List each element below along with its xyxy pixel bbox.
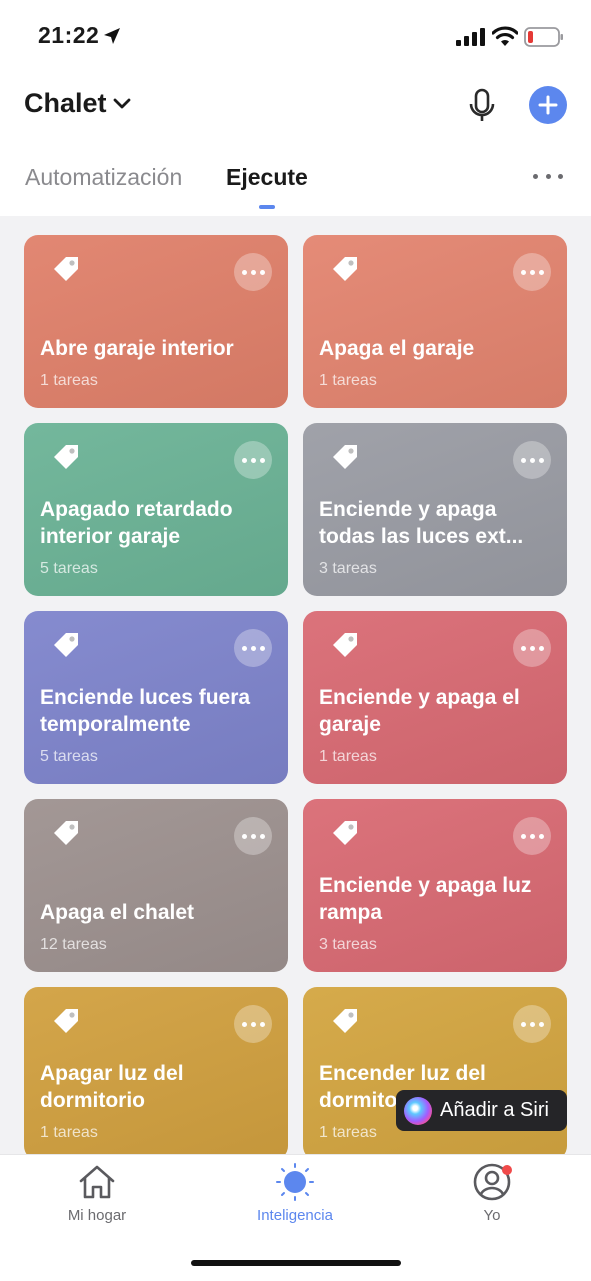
home-selector[interactable]: Chalet <box>24 88 131 119</box>
scene-more-button[interactable] <box>513 253 551 291</box>
scene-more-button[interactable] <box>513 1005 551 1043</box>
tab-bar-home[interactable]: Mi hogar <box>27 1163 167 1224</box>
scene-name: Abre garaje interior <box>40 337 234 360</box>
scene-task-count: 1 tareas <box>40 1124 98 1141</box>
scene-name: Apaga el chalet <box>40 901 195 924</box>
scene-task-count: 1 tareas <box>319 748 377 765</box>
scene-more-button[interactable] <box>513 441 551 479</box>
tag-icon <box>54 257 78 281</box>
add-to-siri-button[interactable]: Añadir a Siri <box>396 1090 567 1131</box>
add-scene-button[interactable] <box>529 86 567 124</box>
status-bar: 21:22 <box>0 0 591 74</box>
scene-more-button[interactable] <box>234 441 272 479</box>
tag-icon <box>333 257 357 281</box>
tag-icon <box>54 1009 78 1033</box>
scene-more-button[interactable] <box>234 1005 272 1043</box>
scene-task-count: 12 tareas <box>40 936 107 953</box>
tag-icon <box>333 821 357 845</box>
scene-task-count: 1 tareas <box>319 372 377 389</box>
more-options-button[interactable] <box>533 172 563 180</box>
house-icon <box>79 1165 115 1199</box>
tab-bar-me[interactable]: Yo <box>422 1163 562 1224</box>
microphone-icon <box>469 88 495 121</box>
scene-task-count: 1 tareas <box>40 372 98 389</box>
scene-card[interactable]: Enciende y apaga luz rampa 3 tareas <box>303 799 567 972</box>
home-indicator <box>191 1260 401 1266</box>
tag-icon <box>333 1009 357 1033</box>
tab-run[interactable]: Ejecute <box>226 164 308 191</box>
scene-name: Apagado retardado interior garaje <box>40 498 233 548</box>
microphone-button[interactable] <box>464 86 500 126</box>
tag-icon <box>54 445 78 469</box>
scene-name: Enciende y apaga luz rampa <box>319 874 532 924</box>
add-to-siri-label: Añadir a Siri <box>440 1099 549 1121</box>
scene-card[interactable]: Apaga el chalet 12 tareas <box>24 799 288 972</box>
scene-task-count: 3 tareas <box>319 936 377 953</box>
scene-card[interactable]: Enciende y apaga todas las luces ext... 3… <box>303 423 567 596</box>
scene-task-count: 1 tareas <box>319 1124 377 1141</box>
scene-card[interactable]: Apagado retardado interior garaje 5 tarea… <box>24 423 288 596</box>
scene-more-button[interactable] <box>234 253 272 291</box>
tab-bar-intelligence[interactable]: Inteligencia <box>225 1163 365 1224</box>
scene-more-button[interactable] <box>234 629 272 667</box>
scene-card[interactable]: Apaga el garaje 1 tareas <box>303 235 567 408</box>
chevron-down-icon <box>113 98 130 108</box>
scene-card[interactable]: Enciende luces fuera temporalmente 5 tare… <box>24 611 288 784</box>
scene-name: Apagar luz del dormitorio <box>40 1062 184 1112</box>
scene-name: Enciende y apaga el garaje <box>319 686 520 736</box>
header: Chalet Automatización Ejecute <box>0 74 591 216</box>
tag-icon <box>333 445 357 469</box>
scene-task-count: 5 tareas <box>40 748 98 765</box>
scene-more-button[interactable] <box>513 817 551 855</box>
scene-card[interactable]: Enciende y apaga el garaje 1 tareas <box>303 611 567 784</box>
scene-name: Enciende y apaga todas las luces ext... <box>319 498 524 548</box>
scene-more-button[interactable] <box>234 817 272 855</box>
status-time: 21:22 <box>38 22 100 48</box>
scene-task-count: 5 tareas <box>40 560 98 577</box>
tag-icon <box>54 633 78 657</box>
scene-grid: Abre garaje interior 1 tareas Apaga el gar… <box>0 216 591 1154</box>
scene-more-button[interactable] <box>513 629 551 667</box>
siri-icon <box>404 1096 432 1125</box>
tab-bar-home-label: Mi hogar <box>67 1207 127 1224</box>
tag-icon <box>333 633 357 657</box>
scene-card[interactable]: Apagar luz del dormitorio 1 tareas <box>24 987 288 1154</box>
tab-automation[interactable]: Automatización <box>25 164 182 191</box>
wifi-icon <box>492 26 518 46</box>
tab-bar-me-label: Yo <box>483 1207 501 1224</box>
scene-name: Enciende luces fuera temporalmente <box>40 686 251 736</box>
tab-bar-intelligence-label: Inteligencia <box>257 1207 333 1224</box>
tag-icon <box>54 821 78 845</box>
plus-icon <box>538 95 558 115</box>
battery-low-icon <box>524 27 563 47</box>
notification-dot <box>502 1165 512 1175</box>
scene-task-count: 3 tareas <box>319 560 377 577</box>
active-tab-indicator <box>259 205 275 209</box>
cellular-signal-icon <box>456 28 485 46</box>
home-name: Chalet <box>24 88 107 118</box>
scene-name: Apaga el garaje <box>319 337 475 360</box>
scene-card[interactable]: Abre garaje interior 1 tareas <box>24 235 288 408</box>
location-arrow-icon <box>104 28 120 44</box>
sun-icon <box>276 1163 314 1201</box>
